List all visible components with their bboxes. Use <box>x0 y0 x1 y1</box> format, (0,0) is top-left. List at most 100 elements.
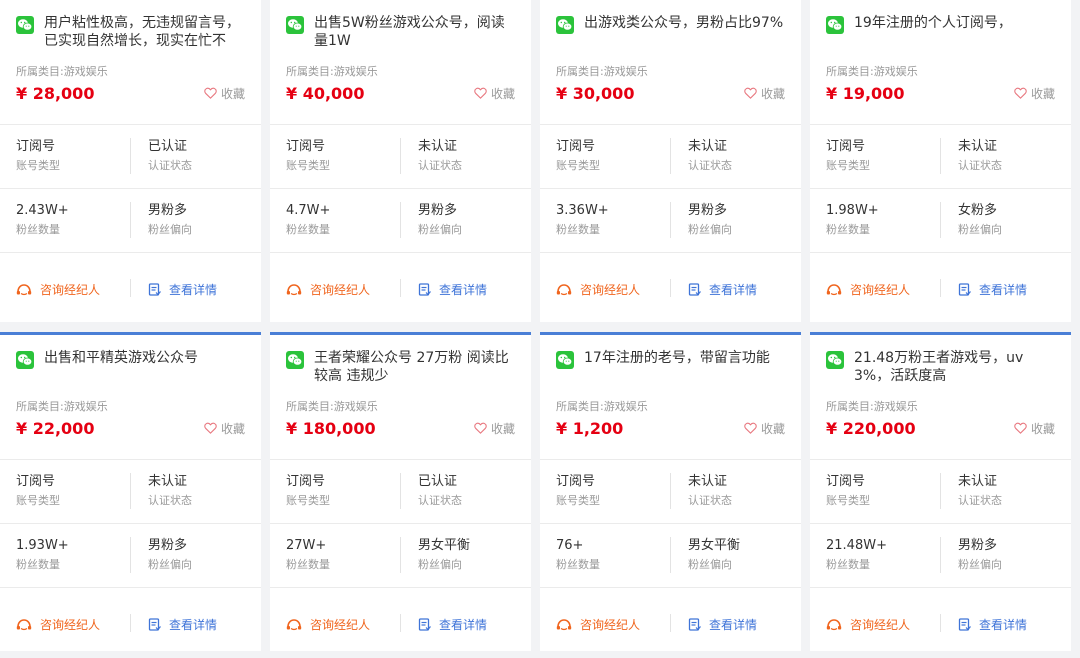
wechat-icon <box>826 351 844 369</box>
listing-card[interactable]: 17年注册的老号，带留言功能 所属类目:游戏娱乐 ¥ 1,200 收藏 订阅号 … <box>540 332 801 651</box>
listing-card[interactable]: 用户粘性极高，无违规留言号，已实现自然增长，现实在忙不 所属类目:游戏娱乐 ¥ … <box>0 0 261 322</box>
consult-label: 咨询经纪人 <box>40 618 101 632</box>
card-title[interactable]: 出售5W粉丝游戏公众号，阅读量1W <box>314 14 515 50</box>
consult-agent-button[interactable]: 咨询经纪人 <box>16 616 100 633</box>
account-type: 订阅号 <box>286 474 326 489</box>
consult-agent-button[interactable]: 咨询经纪人 <box>16 281 100 298</box>
category-prefix-label: 所属类目: <box>286 65 334 78</box>
account-type-label: 账号类型 <box>286 159 330 172</box>
account-info: 订阅号 账号类型 未认证 认证状态 <box>810 460 1071 523</box>
favorite-label: 收藏 <box>220 86 245 101</box>
document-icon <box>958 618 971 631</box>
consult-agent-button[interactable]: 咨询经纪人 <box>286 616 370 633</box>
view-detail-button[interactable]: 查看详情 <box>688 281 757 298</box>
account-type-label: 账号类型 <box>286 494 330 507</box>
heart-icon <box>474 87 487 99</box>
favorite-label: 收藏 <box>1030 421 1055 436</box>
listing-card[interactable]: 21.48万粉王者游戏号，uv3%，活跃度高 所属类目:游戏娱乐 ¥ 220,0… <box>810 332 1071 651</box>
card-title[interactable]: 17年注册的老号，带留言功能 <box>584 349 770 367</box>
card-title[interactable]: 王者荣耀公众号 27万粉 阅读比较高 违规少 <box>314 349 515 385</box>
fans-bias: 男粉多 <box>148 538 188 553</box>
fans-bias: 男粉多 <box>418 203 458 218</box>
listing-card[interactable]: 王者荣耀公众号 27万粉 阅读比较高 违规少 所属类目:游戏娱乐 ¥ 180,0… <box>270 332 531 651</box>
fans-info: 27W+ 粉丝数量 男女平衡 粉丝偏向 <box>270 524 531 587</box>
detail-label: 查看详情 <box>439 283 488 297</box>
heart-icon <box>204 87 217 99</box>
card-title[interactable]: 用户粘性极高，无违规留言号，已实现自然增长，现实在忙不 <box>44 14 245 50</box>
listing-card[interactable]: 出游戏类公众号，男粉占比97% 所属类目:游戏娱乐 ¥ 30,000 收藏 订阅… <box>540 0 801 322</box>
favorite-label: 收藏 <box>490 86 515 101</box>
favorite-button[interactable]: 收藏 <box>474 420 515 437</box>
cert-status: 未认证 <box>958 474 998 489</box>
cert-status: 已认证 <box>418 474 458 489</box>
detail-label: 查看详情 <box>979 283 1028 297</box>
card-title[interactable]: 出游戏类公众号，男粉占比97% <box>584 14 783 32</box>
category-prefix-label: 所属类目: <box>16 65 64 78</box>
favorite-label: 收藏 <box>1030 86 1055 101</box>
detail-label: 查看详情 <box>169 283 218 297</box>
agent-icon <box>16 284 32 296</box>
favorite-button[interactable]: 收藏 <box>474 85 515 102</box>
heart-icon <box>1014 422 1027 434</box>
heart-icon <box>474 422 487 434</box>
listing-card[interactable]: 19年注册的个人订阅号， 所属类目:游戏娱乐 ¥ 19,000 收藏 订阅号 账… <box>810 0 1071 322</box>
consult-agent-button[interactable]: 咨询经纪人 <box>826 616 910 633</box>
account-type: 订阅号 <box>16 474 56 489</box>
wechat-icon <box>556 351 574 369</box>
document-icon <box>688 283 701 296</box>
wechat-icon <box>16 16 34 34</box>
agent-icon <box>826 619 842 631</box>
consult-agent-button[interactable]: 咨询经纪人 <box>556 281 640 298</box>
view-detail-button[interactable]: 查看详情 <box>688 616 757 633</box>
fans-bias-label: 粉丝偏向 <box>148 558 192 571</box>
fans-info: 1.98W+ 粉丝数量 女粉多 粉丝偏向 <box>810 189 1071 252</box>
favorite-button[interactable]: 收藏 <box>1014 420 1055 437</box>
agent-icon <box>286 619 302 631</box>
favorite-button[interactable]: 收藏 <box>204 420 245 437</box>
card-title[interactable]: 21.48万粉王者游戏号，uv3%，活跃度高 <box>854 349 1055 385</box>
heart-icon <box>1014 87 1027 99</box>
view-detail-button[interactable]: 查看详情 <box>418 616 487 633</box>
category-prefix-label: 所属类目: <box>826 65 874 78</box>
fans-info: 76+ 粉丝数量 男女平衡 粉丝偏向 <box>540 524 801 587</box>
favorite-button[interactable]: 收藏 <box>744 420 785 437</box>
cert-status-label: 认证状态 <box>958 494 1002 507</box>
favorite-button[interactable]: 收藏 <box>1014 85 1055 102</box>
card-header: 19年注册的个人订阅号， <box>810 0 1071 60</box>
consult-agent-button[interactable]: 咨询经纪人 <box>556 616 640 633</box>
fans-count: 4.7W+ <box>286 203 331 218</box>
card-header: 出游戏类公众号，男粉占比97% <box>540 0 801 60</box>
consult-agent-button[interactable]: 咨询经纪人 <box>286 281 370 298</box>
listing-card[interactable]: 出售和平精英游戏公众号 所属类目:游戏娱乐 ¥ 22,000 收藏 订阅号 账号… <box>0 332 261 651</box>
card-category: 所属类目:游戏娱乐 <box>556 400 648 413</box>
view-detail-button[interactable]: 查看详情 <box>418 281 487 298</box>
cert-status: 未认证 <box>688 474 728 489</box>
favorite-button[interactable]: 收藏 <box>204 85 245 102</box>
consult-agent-button[interactable]: 咨询经纪人 <box>826 281 910 298</box>
view-detail-button[interactable]: 查看详情 <box>148 281 217 298</box>
listing-card[interactable]: 出售5W粉丝游戏公众号，阅读量1W 所属类目:游戏娱乐 ¥ 40,000 收藏 … <box>270 0 531 322</box>
card-price: ¥ 28,000 <box>16 83 95 103</box>
document-icon <box>688 618 701 631</box>
cert-status-label: 认证状态 <box>148 159 192 172</box>
card-title[interactable]: 出售和平精英游戏公众号 <box>44 349 198 367</box>
agent-icon <box>556 284 572 296</box>
cert-status: 已认证 <box>148 139 188 154</box>
view-detail-button[interactable]: 查看详情 <box>148 616 217 633</box>
account-type-label: 账号类型 <box>16 494 60 507</box>
account-info: 订阅号 账号类型 未认证 认证状态 <box>270 125 531 188</box>
heart-icon <box>744 87 757 99</box>
favorite-label: 收藏 <box>760 86 785 101</box>
card-category: 所属类目:游戏娱乐 <box>286 65 378 78</box>
fans-bias-label: 粉丝偏向 <box>688 558 732 571</box>
card-title[interactable]: 19年注册的个人订阅号， <box>854 14 1012 32</box>
fans-bias: 男粉多 <box>958 538 998 553</box>
consult-label: 咨询经纪人 <box>580 618 641 632</box>
view-detail-button[interactable]: 查看详情 <box>958 616 1027 633</box>
account-info: 订阅号 账号类型 已认证 认证状态 <box>0 125 261 188</box>
favorite-button[interactable]: 收藏 <box>744 85 785 102</box>
view-detail-button[interactable]: 查看详情 <box>958 281 1027 298</box>
detail-label: 查看详情 <box>979 618 1028 632</box>
card-header: 用户粘性极高，无违规留言号，已实现自然增长，现实在忙不 <box>0 0 261 60</box>
fans-bias: 男女平衡 <box>418 538 471 553</box>
